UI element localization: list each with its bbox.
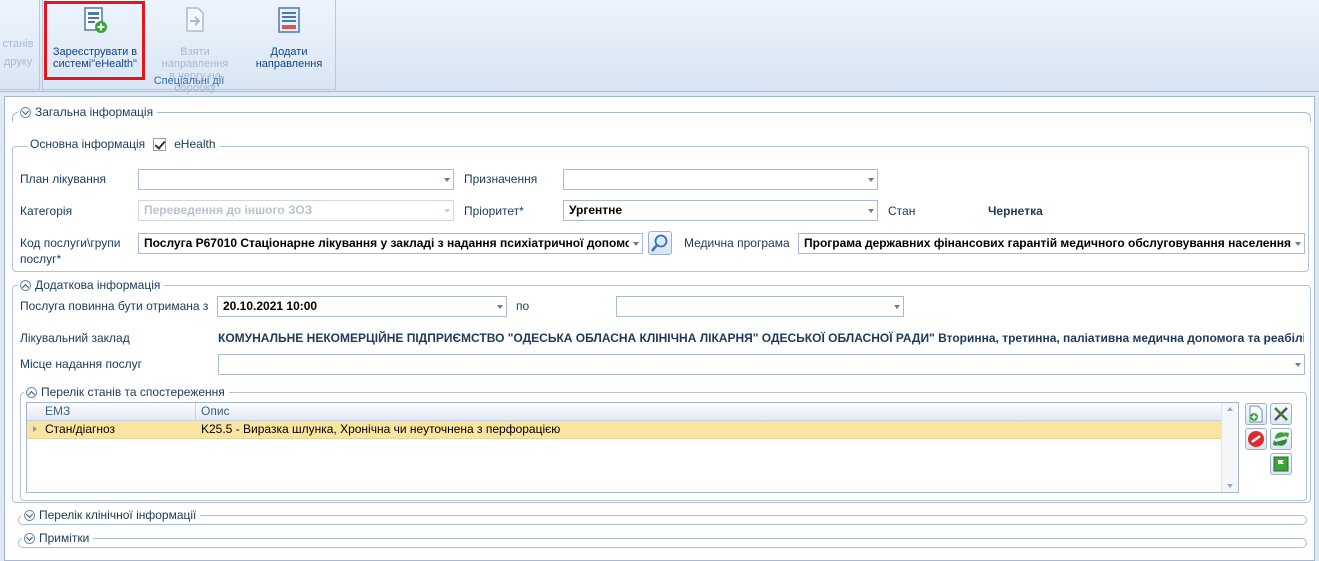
chevron-down-icon xyxy=(868,209,874,213)
medical-program-select[interactable]: Програма державних фінансових гарантій м… xyxy=(798,233,1305,254)
general-section-header[interactable]: Загальна інформація xyxy=(18,105,158,119)
add-referral-label-1: Додати xyxy=(270,46,308,58)
service-from-label: Послуга повинна бути отримана з xyxy=(20,299,209,313)
add-referral-icon xyxy=(278,7,300,33)
table-header: ЕМЗ Опис xyxy=(27,403,1222,421)
general-section-title: Загальна інформація xyxy=(35,105,154,119)
scroll-up-icon[interactable] xyxy=(1227,407,1233,411)
ehealth-checkbox[interactable] xyxy=(153,137,167,151)
collapse-icon xyxy=(20,279,31,291)
service-to-datetime[interactable] xyxy=(616,296,904,317)
priority-value: Ургентне xyxy=(569,203,623,217)
place-select[interactable] xyxy=(218,354,1305,375)
table-row[interactable]: Стан/діагноз K25.5 - Виразка шлунка, Хро… xyxy=(27,421,1222,439)
ribbon: станів друку Зареєструвати в системі"eHe… xyxy=(0,0,1319,94)
notes-section-title: Примітки xyxy=(39,531,90,545)
print-states-label-1: станів xyxy=(2,38,34,50)
tools-icon xyxy=(1274,407,1288,421)
delete-icon xyxy=(1248,431,1264,447)
flag-icon xyxy=(1273,456,1289,472)
chevron-down-icon xyxy=(497,305,503,309)
assignment-label: Призначення xyxy=(464,172,538,186)
general-section-line xyxy=(12,112,1311,122)
clinical-section-title: Перелік клінічної інформації xyxy=(39,508,197,522)
chevron-down-icon xyxy=(444,209,450,213)
priority-select[interactable]: Ургентне xyxy=(563,200,878,221)
status-value: Чернетка xyxy=(988,204,1043,218)
basic-info-title: Основна інформація xyxy=(30,137,146,151)
basic-info-header: Основна інформація eHealth xyxy=(28,137,220,151)
column-header-description[interactable]: Опис xyxy=(201,404,230,418)
ehealth-label: eHealth xyxy=(174,137,216,151)
collapse-icon xyxy=(26,386,37,398)
column-header-emz[interactable]: ЕМЗ xyxy=(45,404,70,418)
category-value: Переведення до іншого ЗОЗ xyxy=(144,203,313,217)
add-referral-button[interactable]: Додати направлення xyxy=(243,6,335,72)
service-from-datetime[interactable]: 20.10.2021 10:00 xyxy=(217,296,507,317)
service-code-value: Послуга P67010 Стаціонарне лікування у з… xyxy=(144,236,629,250)
medical-program-label: Медична програма xyxy=(684,236,790,250)
row-emz: Стан/діагноз xyxy=(45,422,116,436)
assignment-select[interactable] xyxy=(563,169,878,190)
service-search-button[interactable] xyxy=(648,231,672,255)
ribbon-group-partial: станів друку xyxy=(0,0,40,90)
edit-row-button[interactable] xyxy=(1270,403,1292,425)
add-referral-label-2: направлення xyxy=(255,58,323,70)
clinical-section-header[interactable]: Перелік клінічної інформації xyxy=(22,508,201,522)
to-label: по xyxy=(516,299,530,313)
service-from-value: 20.10.2021 10:00 xyxy=(223,299,318,313)
place-label: Місце надання послуг xyxy=(20,357,143,371)
expand-icon xyxy=(24,532,35,544)
conditions-table[interactable]: ЕМЗ Опис Стан/діагноз K25.5 - Виразка шл… xyxy=(26,402,1239,493)
chevron-down-icon xyxy=(444,178,450,182)
chevron-down-icon xyxy=(868,178,874,182)
take-referral-button[interactable]: Взяти направлення в чергу на обробку xyxy=(147,6,243,94)
chevron-down-icon xyxy=(1295,363,1301,367)
category-select[interactable]: Переведення до іншого ЗОЗ xyxy=(138,200,454,221)
service-code-label: Код послуги\групи послуг* xyxy=(20,235,120,267)
chevron-down-icon xyxy=(633,242,639,246)
notes-section-line xyxy=(18,538,1307,548)
table-scrollbar[interactable] xyxy=(1221,403,1238,492)
refresh-icon xyxy=(1273,432,1289,446)
highlight-annotation xyxy=(44,1,145,80)
priority-label: Пріоритет* xyxy=(464,204,524,218)
take-referral-icon xyxy=(186,7,204,32)
search-icon xyxy=(651,234,668,252)
facility-label: Лікувальний заклад xyxy=(20,331,130,345)
category-label: Категорія xyxy=(20,204,73,218)
add-doc-icon xyxy=(1249,405,1263,423)
service-code-select[interactable]: Послуга P67010 Стаціонарне лікування у з… xyxy=(138,233,643,254)
scroll-down-icon[interactable] xyxy=(1227,484,1233,488)
treatment-plan-label: План лікування xyxy=(20,172,106,186)
medical-program-value: Програма державних фінансових гарантій м… xyxy=(804,236,1291,250)
service-code-label-2: послуг* xyxy=(20,252,62,266)
print-states-button[interactable]: станів друку xyxy=(1,38,35,68)
chevron-down-icon xyxy=(1295,242,1301,246)
notes-section-header[interactable]: Примітки xyxy=(22,531,94,545)
delete-row-button[interactable] xyxy=(1245,428,1267,450)
status-label: Стан xyxy=(888,204,916,218)
expand-icon xyxy=(20,106,31,118)
additional-info-header[interactable]: Додаткова інформація xyxy=(18,278,165,292)
flag-row-button[interactable] xyxy=(1270,453,1292,475)
clinical-section-line xyxy=(18,515,1307,525)
conditions-header[interactable]: Перелік станів та спостереження xyxy=(24,385,229,399)
treatment-plan-select[interactable] xyxy=(138,169,454,190)
service-code-label-1: Код послуги\групи xyxy=(20,236,121,250)
add-row-button[interactable] xyxy=(1245,403,1267,425)
additional-info-title: Додаткова інформація xyxy=(35,278,161,292)
chevron-down-icon xyxy=(894,305,900,309)
facility-value: КОМУНАЛЬНЕ НЕКОМЕРЦІЙНЕ ПІДПРИЄМСТВО "ОД… xyxy=(218,331,1304,345)
row-indicator-icon xyxy=(33,426,37,432)
expand-icon xyxy=(24,509,35,521)
take-referral-label-1: Взяти направлення xyxy=(161,46,229,70)
print-states-label-2: друку xyxy=(3,56,33,68)
refresh-row-button[interactable] xyxy=(1270,428,1292,450)
conditions-title: Перелік станів та спостереження xyxy=(41,385,225,399)
row-description: K25.5 - Виразка шлунка, Хронічна чи неут… xyxy=(201,422,561,436)
